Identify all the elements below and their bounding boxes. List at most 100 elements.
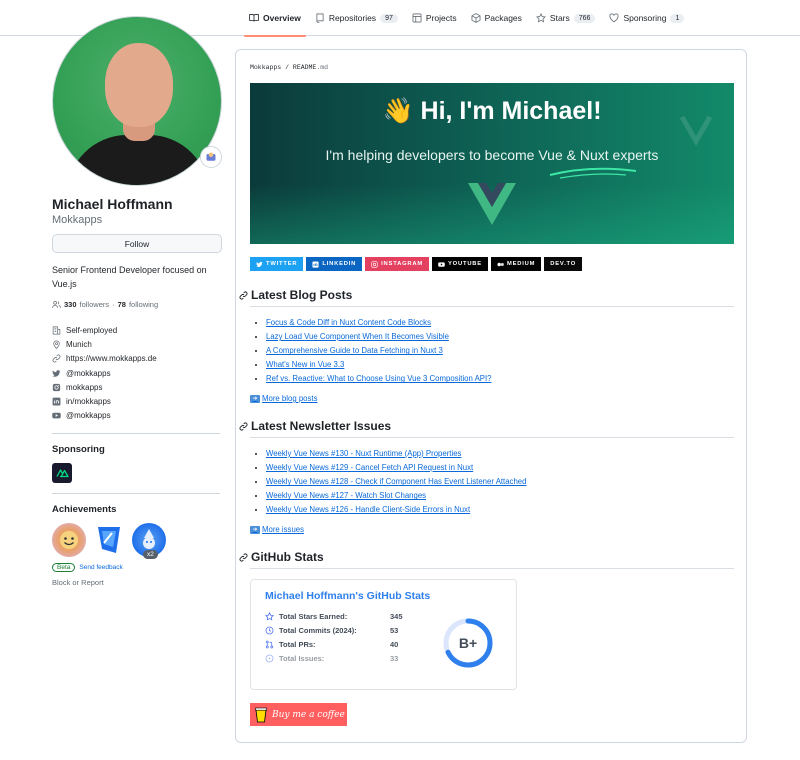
linkedin-badge[interactable]: LINKEDIN (306, 257, 363, 271)
readme-path: Mokkapps / README.md (250, 64, 328, 71)
readme-owner-link[interactable]: Mokkapps (250, 64, 281, 71)
tab-repositories[interactable]: Repositories 97 (308, 0, 405, 36)
detail-text[interactable]: @mokkapps (66, 411, 111, 420)
pull-request-icon (265, 640, 274, 648)
anchor-link-icon[interactable] (239, 553, 248, 562)
blog-post-link[interactable]: Ref vs. Reactive: What to Choose Using V… (266, 374, 492, 383)
followers-count[interactable]: 330 (64, 300, 77, 309)
tab-sponsoring[interactable]: Sponsoring 1 (602, 0, 691, 36)
readme-extension: .md (316, 64, 329, 71)
repo-icon (316, 13, 324, 23)
star-icon (535, 13, 546, 23)
stat-row: Total PRs: 40 (265, 637, 415, 651)
divider (52, 493, 220, 495)
underline-swoosh-icon (549, 167, 637, 179)
profile-name: Michael Hoffmann (52, 196, 173, 212)
link-icon (52, 354, 61, 363)
badge-label: LINKEDIN (322, 261, 357, 267)
banner-title: 👋 Hi, I'm Michael! (382, 97, 602, 125)
achievement-badge[interactable] (92, 523, 126, 557)
stat-row: Total Issues: 33 (265, 651, 415, 665)
nuxt-logo-icon (55, 469, 69, 478)
blog-heading: Latest Blog Posts (239, 288, 352, 302)
bmc-label: Buy me a coffee (272, 709, 345, 720)
follow-button[interactable]: Follow (52, 234, 222, 253)
detail-text[interactable]: in/mokkapps (66, 397, 111, 406)
tab-overview[interactable]: Overview (242, 0, 308, 37)
send-feedback-link[interactable]: Send feedback (79, 564, 122, 571)
blog-post-link[interactable]: Focus & Code Diff in Nuxt Content Code B… (266, 318, 431, 327)
detail-text[interactable]: https://www.mokkapps.de (66, 354, 157, 363)
avatar-shirt (67, 135, 209, 185)
profile-bio: Senior Frontend Developer focused on Vue… (52, 265, 207, 289)
vue-outline-decoration-icon (679, 115, 713, 146)
blog-post-link[interactable]: Lazy Load Vue Component When It Becomes … (266, 332, 449, 341)
detail-text: Munich (66, 339, 92, 349)
twitter-badge[interactable]: TWITTER (250, 257, 304, 271)
newsletter-issue-link[interactable]: Weekly Vue News #128 - Check if Componen… (266, 477, 526, 486)
block-or-report-link[interactable]: Block or Report (52, 578, 222, 587)
tab-packages[interactable]: Packages (464, 0, 529, 36)
detail-text[interactable]: @mokkapps (66, 369, 111, 378)
list-item: Weekly Vue News #128 - Check if Componen… (266, 475, 526, 489)
readme-file-link[interactable]: README (293, 64, 316, 71)
blog-post-link[interactable]: What's New in Vue 3.3 (266, 360, 344, 369)
newsletter-issue-link[interactable]: Weekly Vue News #129 - Cancel Fetch API … (266, 463, 473, 472)
list-item: Focus & Code Diff in Nuxt Content Code B… (266, 316, 492, 330)
linkedin-icon (52, 397, 61, 406)
list-item: Weekly Vue News #130 - Nuxt Runtime (App… (266, 447, 526, 461)
link-text: More blog posts (262, 394, 318, 403)
more-issues-link[interactable]: ➜ More issues (250, 525, 304, 534)
list-item: A Comprehensive Guide to Data Fetching i… (266, 344, 492, 358)
following-label[interactable]: following (129, 300, 158, 309)
list-item: Ref vs. Reactive: What to Choose Using V… (266, 372, 492, 386)
medium-badge[interactable]: MEDIUM (490, 257, 542, 271)
stat-label: Total Stars Earned: (279, 611, 348, 621)
heading-rule (250, 437, 734, 438)
detail-youtube[interactable]: @mokkapps (52, 409, 222, 423)
newsletter-heading: Latest Newsletter Issues (239, 419, 391, 433)
buy-me-a-coffee-button[interactable]: Buy me a coffee (250, 703, 347, 726)
list-item: Lazy Load Vue Component When It Becomes … (266, 330, 492, 344)
anchor-link-icon[interactable] (239, 291, 248, 300)
arrow-right-icon: ➜ (250, 394, 260, 403)
detail-instagram[interactable]: mokkapps (52, 380, 222, 394)
sponsoring-heading: Sponsoring (52, 444, 105, 456)
stat-label: Total Commits (2024): (279, 625, 357, 635)
followers-label[interactable]: followers (80, 300, 110, 309)
tab-label: Projects (425, 13, 457, 23)
smiling-face-icon (60, 531, 78, 550)
achievement-badge[interactable] (52, 523, 86, 558)
badge-label: TWITTER (266, 261, 298, 267)
heading-text: GitHub Stats (251, 550, 324, 564)
stats-title: Michael Hoffmann's GitHub Stats (265, 590, 431, 602)
avatar-head (105, 43, 173, 127)
beta-badge: Beta (52, 563, 76, 573)
more-blog-posts-link[interactable]: ➜ More blog posts (250, 394, 317, 403)
detail-text[interactable]: mokkapps (66, 383, 102, 392)
tab-projects[interactable]: Projects (405, 0, 464, 36)
banner-subtitle: I'm helping developers to become Vue & N… (325, 147, 659, 163)
newsletter-issue-link[interactable]: Weekly Vue News #130 - Nuxt Runtime (App… (266, 449, 461, 458)
following-count[interactable]: 78 (118, 300, 126, 309)
twitter-icon (256, 261, 263, 267)
tab-label: Repositories (328, 13, 377, 23)
avatar[interactable] (52, 16, 222, 186)
devto-badge[interactable]: DEV.TO (544, 257, 583, 271)
detail-twitter[interactable]: @mokkapps (52, 366, 222, 380)
status-emoji-button[interactable] (200, 146, 222, 168)
newsletter-issue-link[interactable]: Weekly Vue News #126 - Handle Client-Sid… (266, 505, 470, 514)
list-item: Weekly Vue News #126 - Handle Client-Sid… (266, 503, 526, 517)
newsletter-issue-list: Weekly Vue News #130 - Nuxt Runtime (App… (266, 447, 526, 517)
blog-post-link[interactable]: A Comprehensive Guide to Data Fetching i… (266, 346, 443, 355)
instagram-badge[interactable]: INSTAGRAM (365, 257, 430, 271)
sponsored-org-avatar[interactable] (52, 463, 72, 484)
tab-stars[interactable]: Stars 766 (529, 0, 603, 36)
anchor-link-icon[interactable] (239, 422, 248, 431)
detail-website[interactable]: https://www.mokkapps.de (52, 352, 222, 366)
stat-row: Total Stars Earned: 345 (265, 609, 415, 623)
youtube-badge[interactable]: YOUTUBE (432, 257, 488, 271)
newsletter-issue-link[interactable]: Weekly Vue News #127 - Watch Slot Change… (266, 491, 426, 500)
detail-linkedin[interactable]: in/mokkapps (52, 394, 222, 408)
detail-text: Self-employed (66, 325, 118, 335)
